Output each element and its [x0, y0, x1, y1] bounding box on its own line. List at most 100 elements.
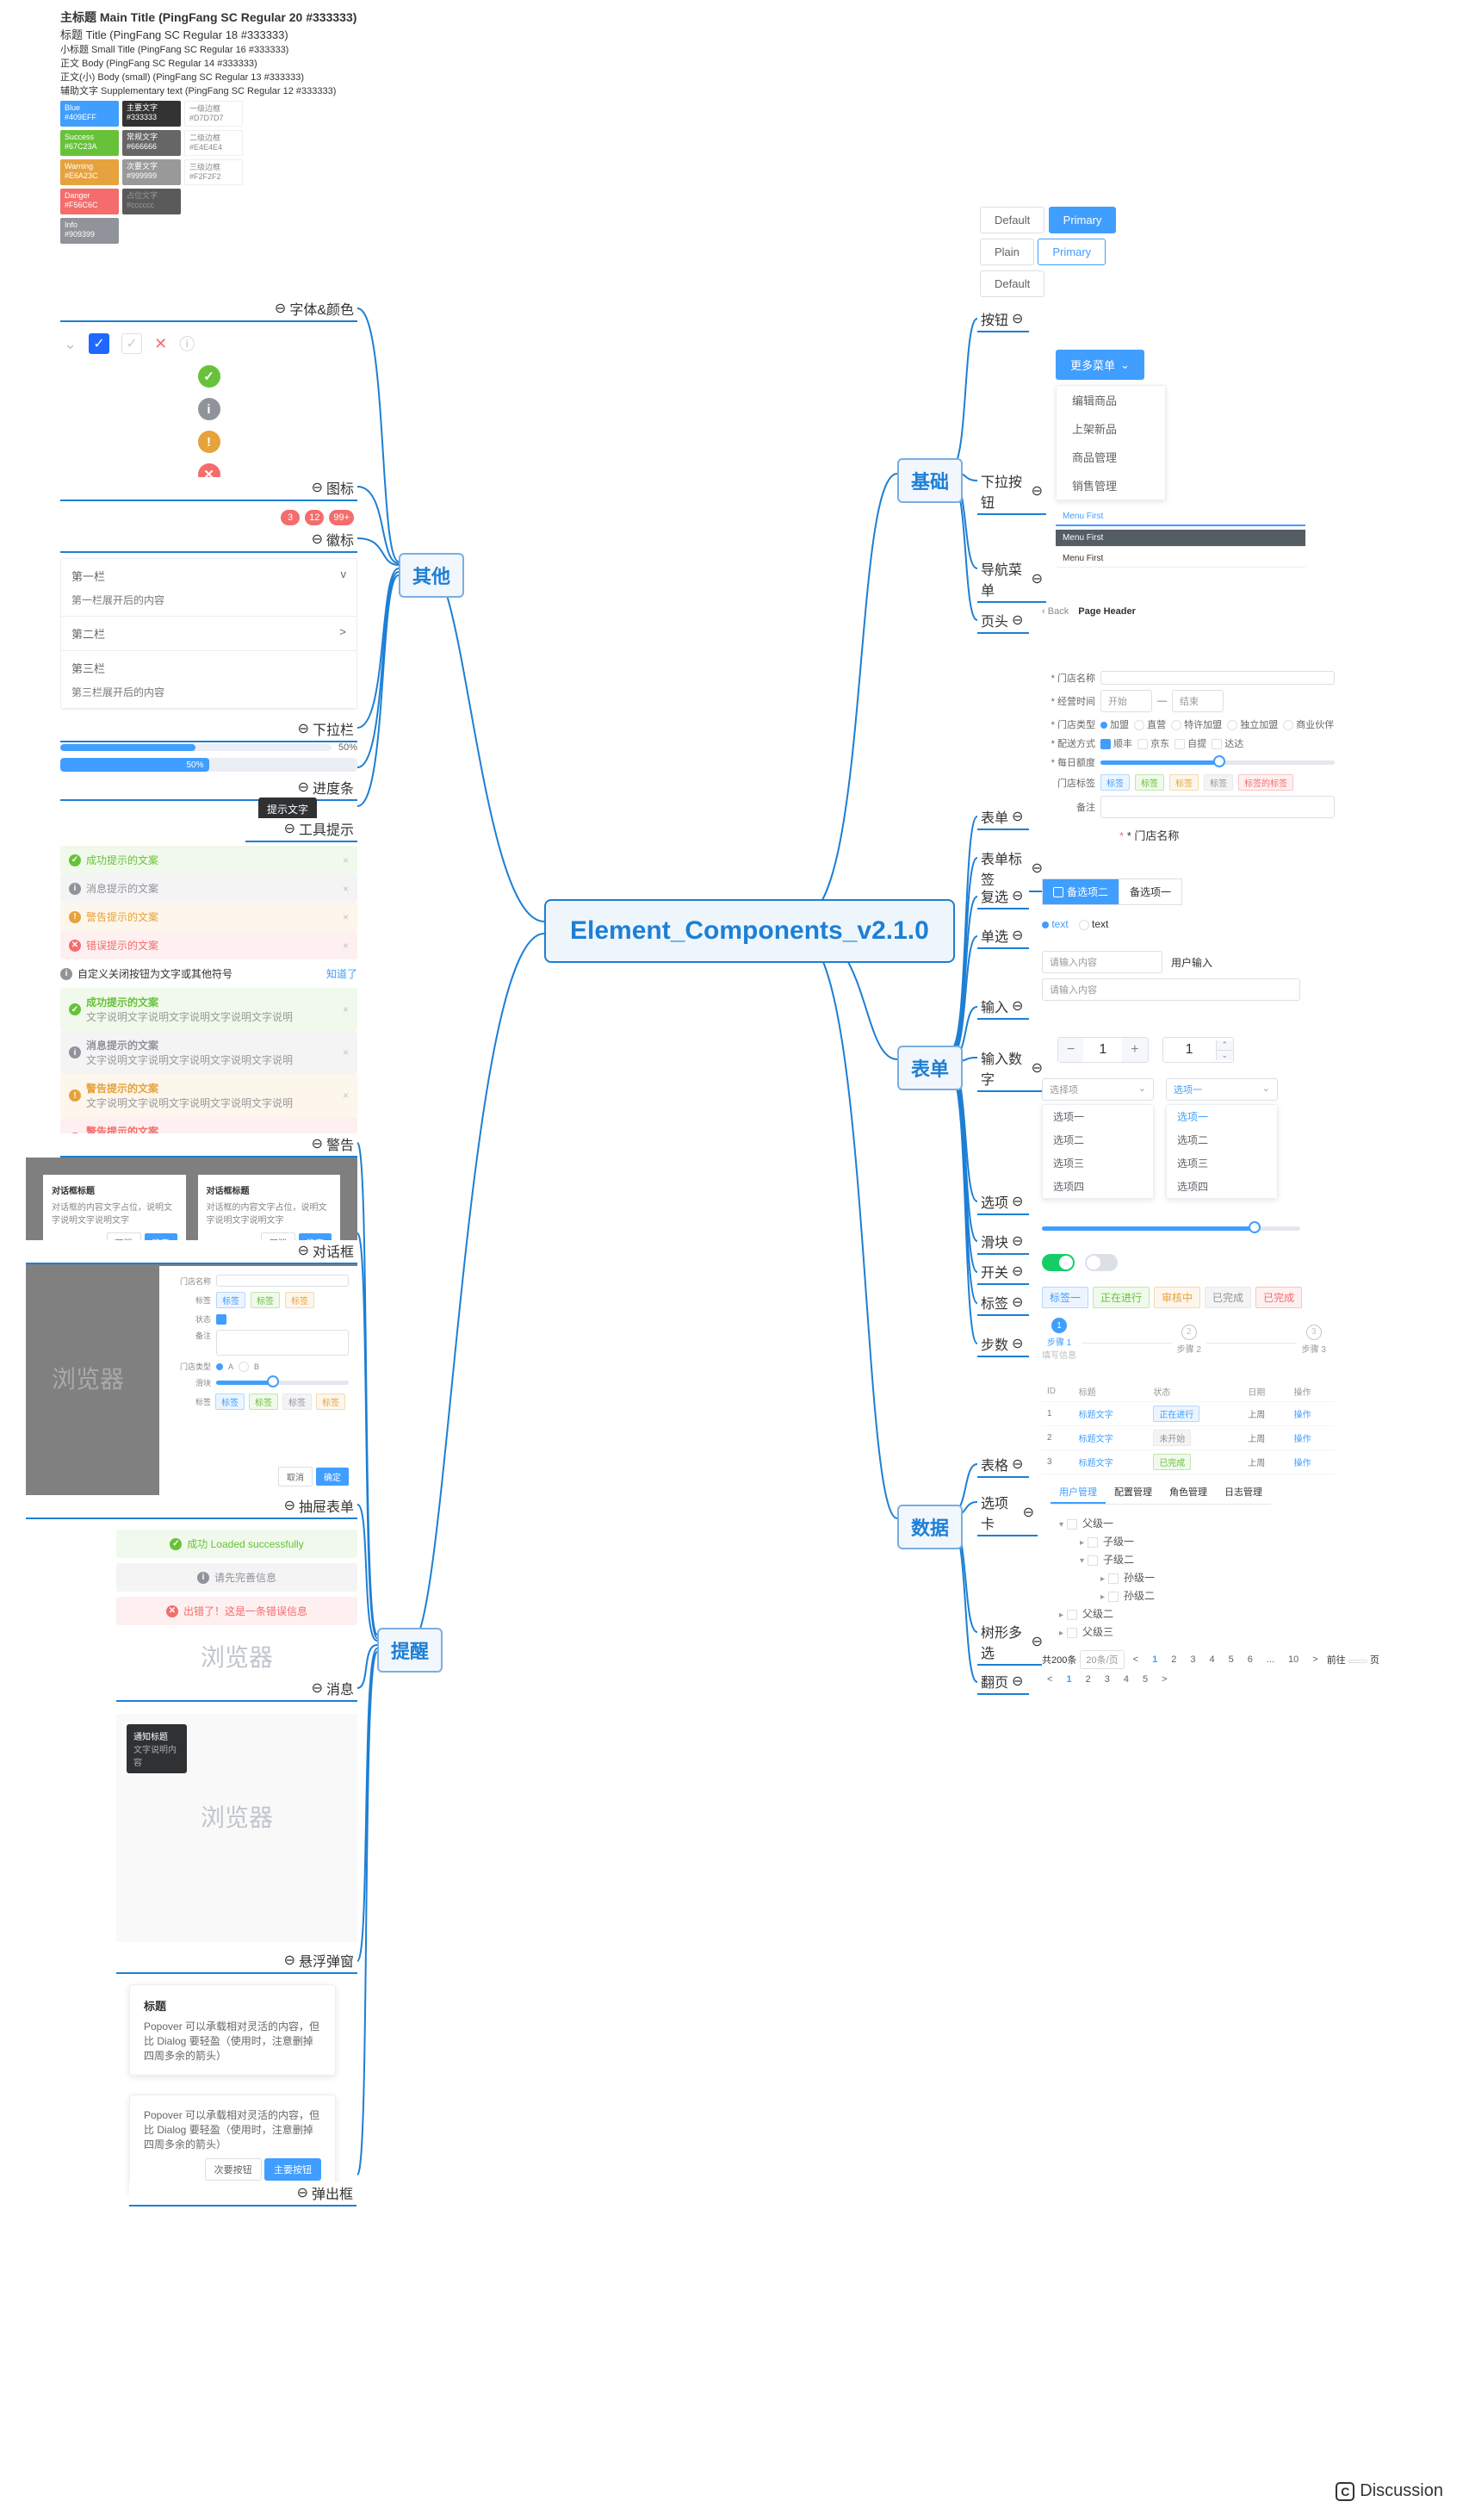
select-option[interactable]: 选项四 — [1043, 1175, 1153, 1198]
expand-icon[interactable]: ⊖ — [1012, 310, 1023, 327]
leaf-sideform[interactable]: ⊖抽屉表单 — [26, 1495, 357, 1519]
leaf-tabs[interactable]: 选项卡⊖ — [977, 1492, 1038, 1536]
leaf-form[interactable]: 表单⊖ — [977, 806, 1029, 830]
expand-icon[interactable]: ⊖ — [284, 820, 295, 837]
page-button[interactable]: 2 — [1166, 1653, 1181, 1667]
switch-on[interactable] — [1042, 1254, 1075, 1271]
close-icon[interactable]: ✕ — [154, 335, 167, 353]
page-button[interactable]: < — [1042, 1673, 1057, 1686]
back-icon[interactable]: ‹ — [1042, 606, 1045, 617]
stepper-minus[interactable]: − — [1058, 1038, 1083, 1062]
page-button[interactable]: 4 — [1119, 1673, 1134, 1686]
tab[interactable]: 角色管理 — [1161, 1481, 1216, 1504]
leaf-input[interactable]: 输入⊖ — [977, 996, 1029, 1020]
leaf-slider[interactable]: 滑块⊖ — [977, 1231, 1029, 1255]
dropdown-item[interactable]: 商品管理 — [1057, 443, 1165, 471]
alert-close-text[interactable]: 知道了 — [326, 966, 357, 981]
btn-default[interactable]: Default — [980, 207, 1044, 233]
close-icon[interactable]: × — [343, 911, 349, 923]
leaf-table[interactable]: 表格⊖ — [977, 1454, 1029, 1478]
collapse-header[interactable]: 第一栏v — [61, 559, 356, 593]
leaf-icons[interactable]: ⊖图标 — [60, 477, 357, 501]
expand-icon[interactable]: ⊖ — [1012, 887, 1023, 904]
text-input-2[interactable]: 请输入内容 — [1042, 978, 1300, 1001]
btn-default-2[interactable]: Default — [980, 270, 1044, 297]
page-button[interactable]: 6 — [1243, 1653, 1258, 1667]
tab[interactable]: 配置管理 — [1106, 1481, 1161, 1504]
checkbox-opt-1[interactable]: 备选项二 — [1043, 879, 1119, 904]
expand-icon[interactable]: ⊖ — [1032, 1633, 1043, 1650]
close-icon[interactable]: × — [343, 854, 349, 866]
radio-opt-2[interactable]: text — [1079, 918, 1109, 930]
expand-icon[interactable]: ⊖ — [275, 300, 286, 317]
select-option[interactable]: 选项一 — [1043, 1105, 1153, 1128]
expand-icon[interactable]: ⊖ — [312, 531, 323, 548]
select-option[interactable]: 选项二 — [1043, 1128, 1153, 1151]
stepper-up-icon[interactable]: ⌃ — [1217, 1040, 1234, 1051]
select-option[interactable]: 选项四 — [1167, 1175, 1277, 1198]
page-button[interactable]: 5 — [1224, 1653, 1239, 1667]
stepper-down-icon[interactable]: ⌄ — [1217, 1051, 1234, 1060]
collapse-header[interactable]: 第三栏 — [61, 651, 356, 685]
leaf-message[interactable]: ⊖消息 — [116, 1678, 357, 1702]
switch-off[interactable] — [1085, 1254, 1118, 1271]
leaf-pageheader[interactable]: 页头⊖ — [977, 610, 1029, 634]
popconfirm-ok[interactable]: 主要按钮 — [264, 2158, 321, 2181]
expand-icon[interactable]: ⊖ — [1012, 927, 1023, 944]
expand-icon[interactable]: ⊖ — [1012, 1673, 1023, 1690]
page-button[interactable]: > — [1307, 1653, 1323, 1667]
expand-icon[interactable]: ⊖ — [298, 1242, 309, 1259]
leaf-select[interactable]: 选项⊖ — [977, 1191, 1029, 1215]
leaf-popover[interactable]: ⊖悬浮弹窗 — [116, 1950, 357, 1974]
close-icon[interactable]: × — [343, 883, 349, 895]
dropdown-item[interactable]: 编辑商品 — [1057, 386, 1165, 414]
info-circle-icon[interactable]: ⓘ — [179, 332, 195, 355]
expand-icon[interactable]: ⊖ — [312, 1679, 323, 1697]
btn-primary-outline[interactable]: Primary — [1038, 239, 1106, 265]
leaf-dropdown[interactable]: 下拉按钮⊖ — [977, 470, 1046, 515]
check-outline-icon[interactable]: ✓ — [121, 333, 142, 354]
text-input[interactable]: 请输入内容 — [1042, 951, 1162, 973]
expand-icon[interactable]: ⊖ — [1023, 1504, 1034, 1521]
expand-icon[interactable]: ⊖ — [1012, 1193, 1023, 1210]
stepper-plus[interactable]: + — [1122, 1038, 1147, 1062]
leaf-badges[interactable]: ⊖徽标 — [60, 529, 357, 553]
root-node[interactable]: Element_Components_v2.1.0 — [544, 899, 955, 963]
leaf-inputnumber[interactable]: 输入数字⊖ — [977, 1047, 1046, 1092]
leaf-alert[interactable]: ⊖警告 — [60, 1133, 357, 1158]
expand-icon[interactable]: ⊖ — [1012, 1232, 1023, 1250]
close-icon[interactable]: × — [343, 1089, 349, 1102]
popconfirm-cancel[interactable]: 次要按钮 — [205, 2158, 262, 2181]
leaf-button[interactable]: 按钮⊖ — [977, 308, 1029, 332]
dropdown-toggle[interactable]: 更多菜单⌄ — [1056, 350, 1144, 380]
leaf-tag[interactable]: 标签⊖ — [977, 1292, 1029, 1316]
page-button[interactable]: 5 — [1137, 1673, 1153, 1686]
select-option[interactable]: 选项二 — [1167, 1128, 1277, 1151]
close-icon[interactable]: × — [343, 940, 349, 952]
btn-plain[interactable]: Plain — [980, 239, 1034, 265]
expand-icon[interactable]: ⊖ — [1012, 1294, 1023, 1311]
chevron-down-icon[interactable]: ⌄ — [64, 335, 77, 353]
checkbox-opt-2[interactable]: 备选项一 — [1119, 879, 1181, 904]
expand-icon[interactable]: ⊖ — [298, 779, 309, 796]
expand-icon[interactable]: ⊖ — [312, 479, 323, 496]
page-button[interactable]: 3 — [1100, 1673, 1115, 1686]
expand-icon[interactable]: ⊖ — [1032, 860, 1043, 877]
select-option[interactable]: 选项一 — [1167, 1105, 1277, 1128]
discussion-button[interactable]: C Discussion — [1336, 2481, 1443, 2501]
select-input-2[interactable]: 选项一⌄ — [1166, 1078, 1278, 1101]
cat-notice[interactable]: 提醒 — [377, 1628, 443, 1673]
btn-primary[interactable]: Primary — [1049, 207, 1117, 233]
tab[interactable]: 日志管理 — [1216, 1481, 1271, 1504]
expand-icon[interactable]: ⊖ — [1032, 1059, 1043, 1077]
leaf-typography[interactable]: ⊖字体&颜色 — [60, 298, 357, 322]
page-button[interactable]: 1 — [1061, 1673, 1076, 1686]
page-button[interactable]: 3 — [1185, 1653, 1200, 1667]
page-button[interactable]: 4 — [1204, 1653, 1219, 1667]
dropdown-item[interactable]: 上架新品 — [1057, 414, 1165, 443]
check-filled-icon[interactable]: ✓ — [89, 333, 109, 354]
radio-opt-1[interactable]: text — [1042, 918, 1069, 930]
select-option[interactable]: 选项三 — [1043, 1151, 1153, 1175]
page-button[interactable]: 2 — [1081, 1673, 1096, 1686]
leaf-dialog[interactable]: ⊖对话框 — [26, 1240, 357, 1264]
